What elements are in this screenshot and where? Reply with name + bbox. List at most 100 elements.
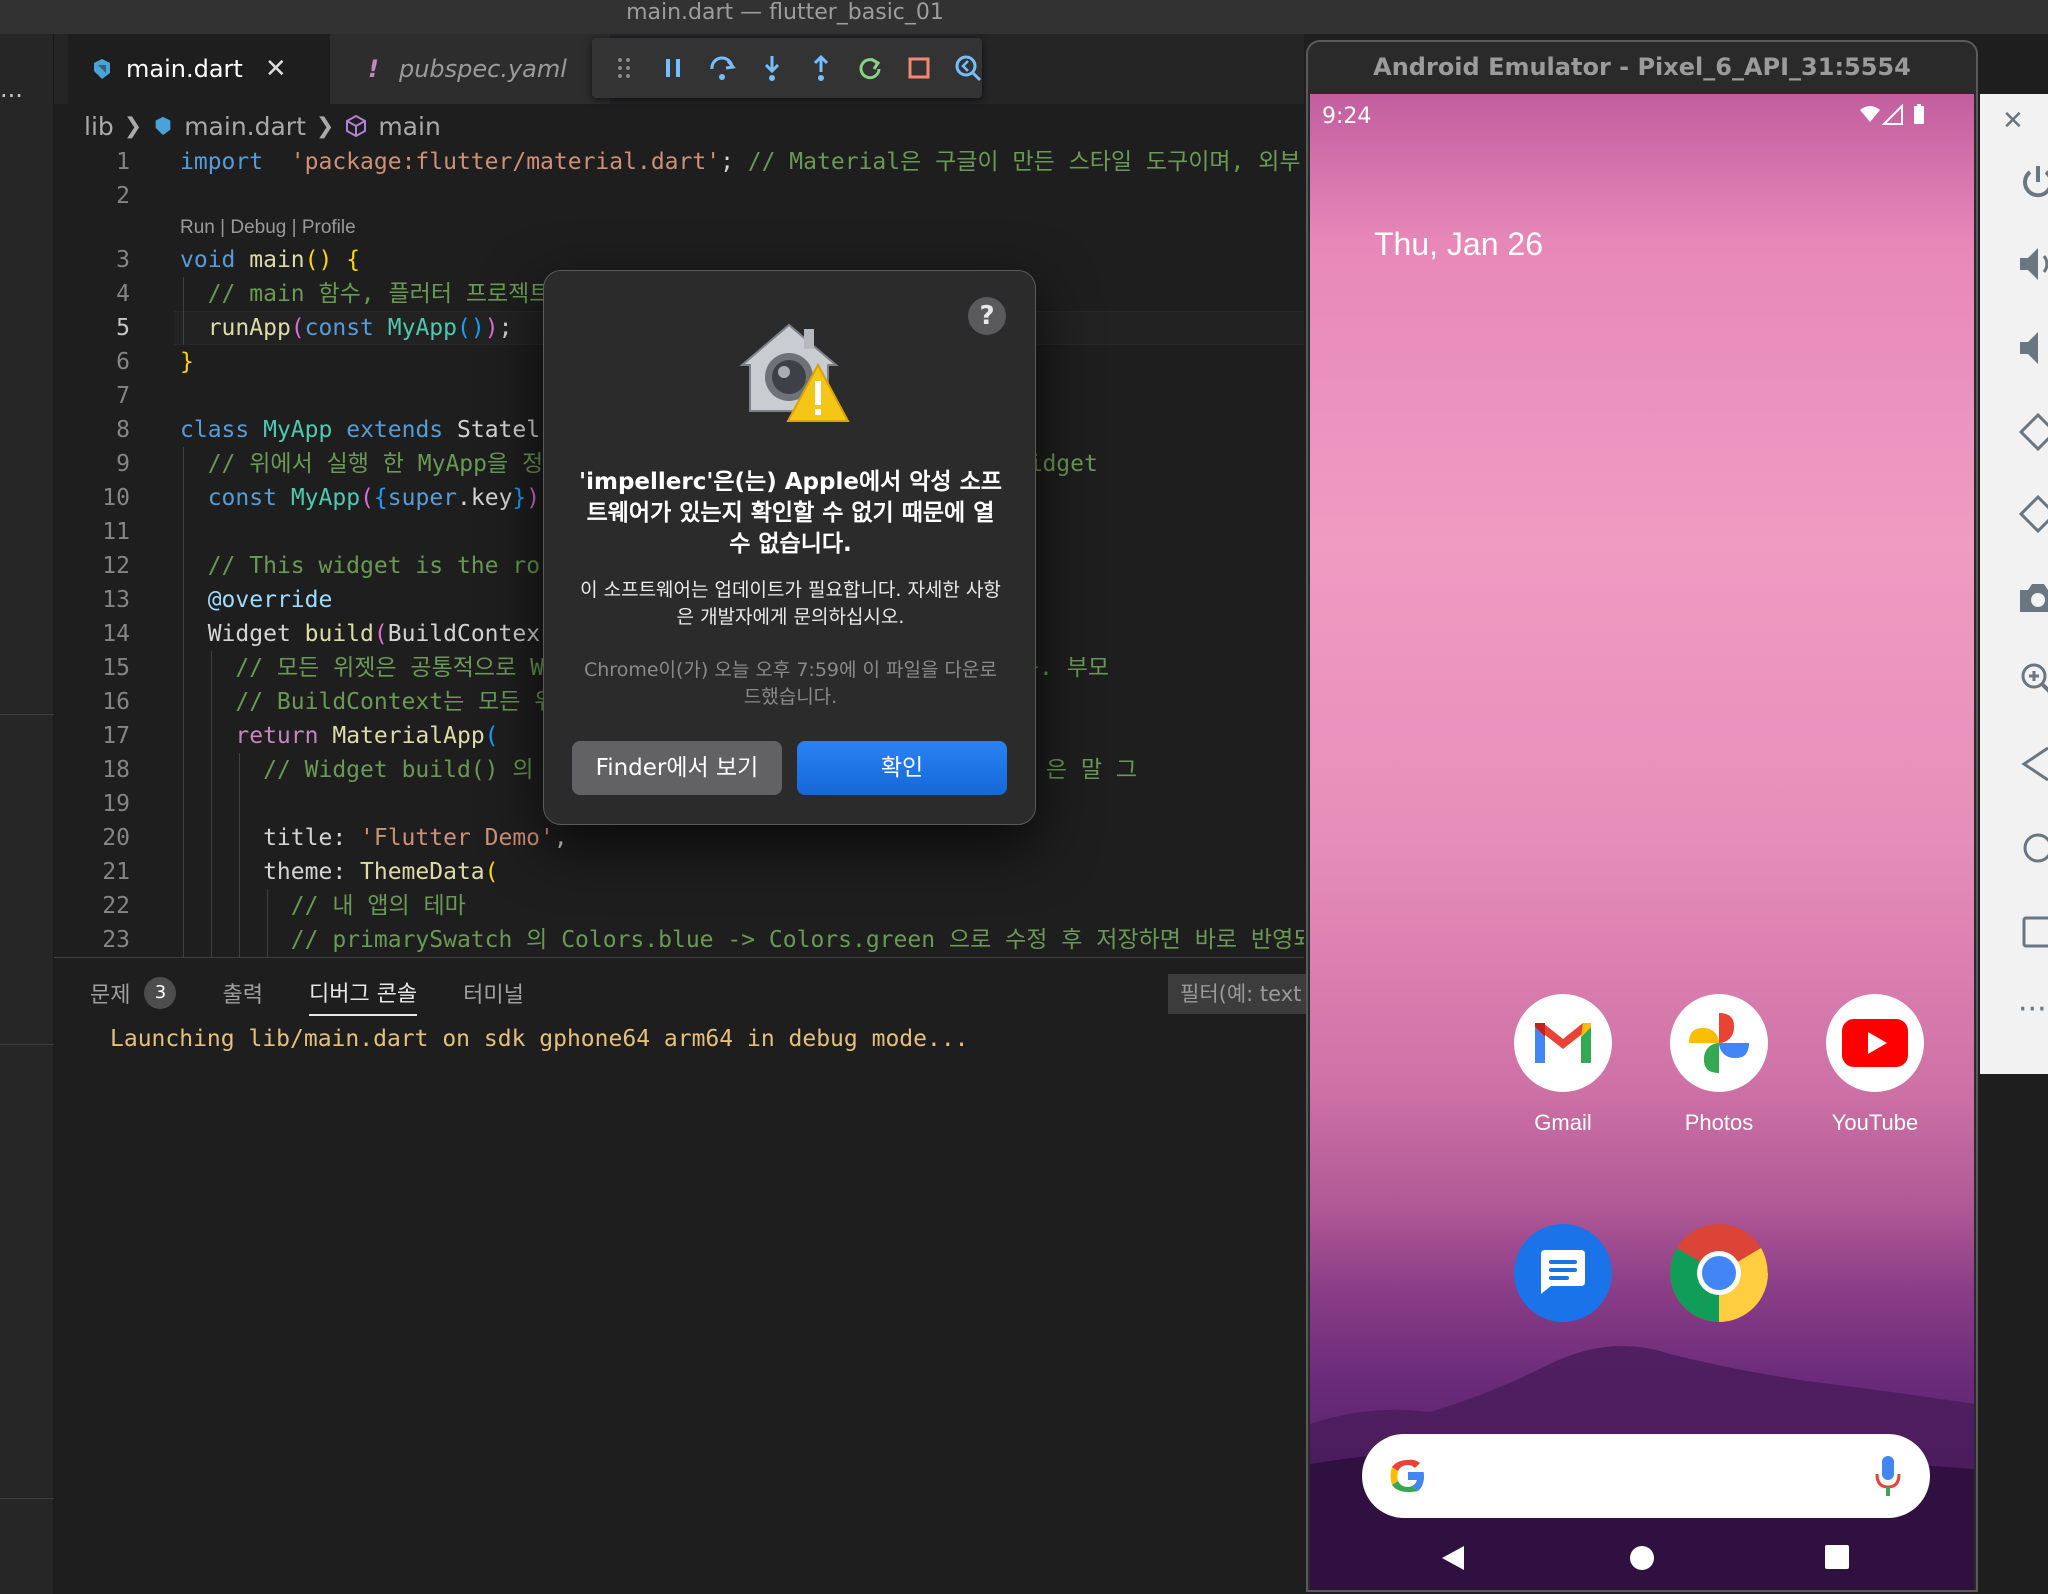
code-token: const (207, 485, 277, 511)
panel-tabs: 문제 3 출력 디버그 콘솔 터미널 (90, 970, 570, 1016)
microphone-icon[interactable] (1874, 1454, 1902, 1498)
line-number: 18 (102, 757, 130, 783)
warning-marker-icon: ! (368, 55, 379, 83)
google-search-bar[interactable] (1362, 1434, 1930, 1518)
flutter-inspector-icon[interactable] (954, 54, 982, 82)
breadcrumb-symbol[interactable]: main (378, 112, 440, 141)
bottom-panel: 문제 3 출력 디버그 콘솔 터미널 필터(예: text Launching … (54, 957, 1318, 1594)
method-cube-icon (346, 114, 367, 138)
app-youtube[interactable]: YouTube (1815, 994, 1935, 1136)
code-text: } (180, 345, 194, 379)
rotate-right-icon[interactable] (2018, 494, 2048, 534)
code-token: @override (207, 587, 333, 613)
show-in-finder-button[interactable]: Finder에서 보기 (572, 741, 782, 795)
tab-problems[interactable]: 문제 3 (90, 970, 177, 1016)
breadcrumb: lib ❯ main.dart ❯ main (84, 108, 441, 144)
overview-icon[interactable] (1824, 1544, 1850, 1570)
activity-divider (0, 1498, 54, 1499)
code-line[interactable]: 21 theme: ThemeData( (54, 855, 1304, 889)
line-number: 7 (116, 383, 130, 409)
status-icons (1858, 103, 1932, 132)
code-token: title: (180, 825, 361, 851)
problems-count-badge: 3 (144, 977, 177, 1009)
close-icon[interactable]: ✕ (2002, 106, 2024, 136)
help-button[interactable]: ? (968, 297, 1006, 335)
code-token: ( (373, 621, 388, 647)
stop-icon[interactable] (905, 54, 932, 82)
line-number: 16 (102, 689, 130, 715)
code-text: // main 함수, 플러터 프로젝트 (180, 277, 551, 311)
code-token: // 위에서 실행 한 MyApp을 정의 (207, 451, 565, 477)
code-token: ThemeData (360, 859, 485, 885)
home-icon[interactable] (2018, 828, 2048, 868)
rotate-left-icon[interactable] (2018, 412, 2048, 452)
camera-icon[interactable] (2018, 578, 2048, 618)
close-icon[interactable]: ✕ (265, 54, 287, 84)
back-icon[interactable] (1440, 1544, 1466, 1572)
pause-icon[interactable] (659, 54, 686, 82)
volume-up-icon[interactable] (2018, 244, 2048, 284)
code-token: // primarySwatch 의 Colors.blue -> Colors… (290, 927, 1304, 953)
activity-divider (0, 1044, 54, 1045)
code-line[interactable]: 22 // 내 앱의 테마 (54, 889, 1304, 923)
step-into-icon[interactable] (758, 54, 785, 82)
code-token: .key (457, 485, 513, 511)
overview-icon[interactable] (2018, 912, 2048, 952)
code-token: const (304, 315, 374, 341)
app-photos[interactable]: Photos (1659, 994, 1779, 1136)
code-line[interactable]: 23 // primarySwatch 의 Colors.blue -> Col… (54, 923, 1304, 957)
drag-handle-icon[interactable] (610, 54, 637, 82)
dialog-title: 'impellerc'은(는) Apple에서 악성 소프트웨어가 있는지 확인… (579, 469, 1002, 557)
volume-down-icon[interactable] (2018, 328, 2048, 368)
code-token: runApp (207, 315, 291, 341)
breadcrumb-file[interactable]: main.dart (184, 112, 306, 141)
code-line[interactable]: 2 (54, 179, 1304, 213)
status-time: 9:24 (1322, 104, 1372, 129)
breadcrumb-folder[interactable]: lib (84, 112, 114, 141)
code-token: extends (346, 417, 444, 443)
code-text: const MyApp({super.key}) (180, 481, 540, 515)
code-text: // BuildContext는 모든 위 (180, 685, 555, 719)
code-text: // This widget is the ro (180, 549, 540, 583)
step-over-icon[interactable] (708, 54, 736, 82)
more-icon[interactable]: ··· (0, 84, 23, 108)
tab-label: pubspec.yaml (398, 55, 567, 83)
codelens-run-debug-profile[interactable]: Run | Debug | Profile (180, 217, 356, 239)
zoom-icon[interactable] (2018, 660, 2048, 700)
code-line[interactable]: 1 import 'package:flutter/material.dart';… (54, 145, 1304, 179)
line-number: 10 (102, 485, 130, 511)
power-icon[interactable] (2018, 162, 2048, 202)
code-token: ) (526, 485, 541, 511)
code-token: // This widget is the ro (207, 553, 541, 579)
app-label: YouTube (1831, 1110, 1919, 1135)
line-number: 23 (102, 927, 130, 953)
restart-icon[interactable] (856, 54, 883, 82)
code-text: title: 'Flutter Demo', (180, 821, 568, 855)
tab-output[interactable]: 출력 (222, 970, 262, 1016)
more-icon[interactable]: ··· (2018, 990, 2048, 1030)
console-filter-input[interactable]: 필터(예: text (1168, 974, 1318, 1014)
home-icon[interactable] (1628, 1544, 1656, 1572)
code-token: return (235, 723, 319, 749)
tab-debug-console[interactable]: 디버그 콘솔 (308, 970, 418, 1016)
app-gmail[interactable]: Gmail (1503, 994, 1623, 1136)
emulator-screen[interactable]: 9:24 Thu, Jan 26 Gmail Photos YouTube (1310, 94, 1974, 1590)
back-icon[interactable] (2018, 744, 2048, 784)
step-out-icon[interactable] (807, 54, 834, 82)
tab-main-dart[interactable]: main.dart ✕ (68, 34, 330, 104)
ok-button[interactable]: 확인 (797, 741, 1007, 795)
tab-terminal[interactable]: 터미널 (463, 970, 524, 1016)
code-token: } (180, 349, 194, 375)
code-text: @override (180, 583, 333, 617)
tab-pubspec-yaml[interactable]: ! pubspec.yaml (330, 34, 610, 104)
code-line[interactable]: 20 title: 'Flutter Demo', (54, 821, 1304, 855)
line-number: 21 (102, 859, 130, 885)
